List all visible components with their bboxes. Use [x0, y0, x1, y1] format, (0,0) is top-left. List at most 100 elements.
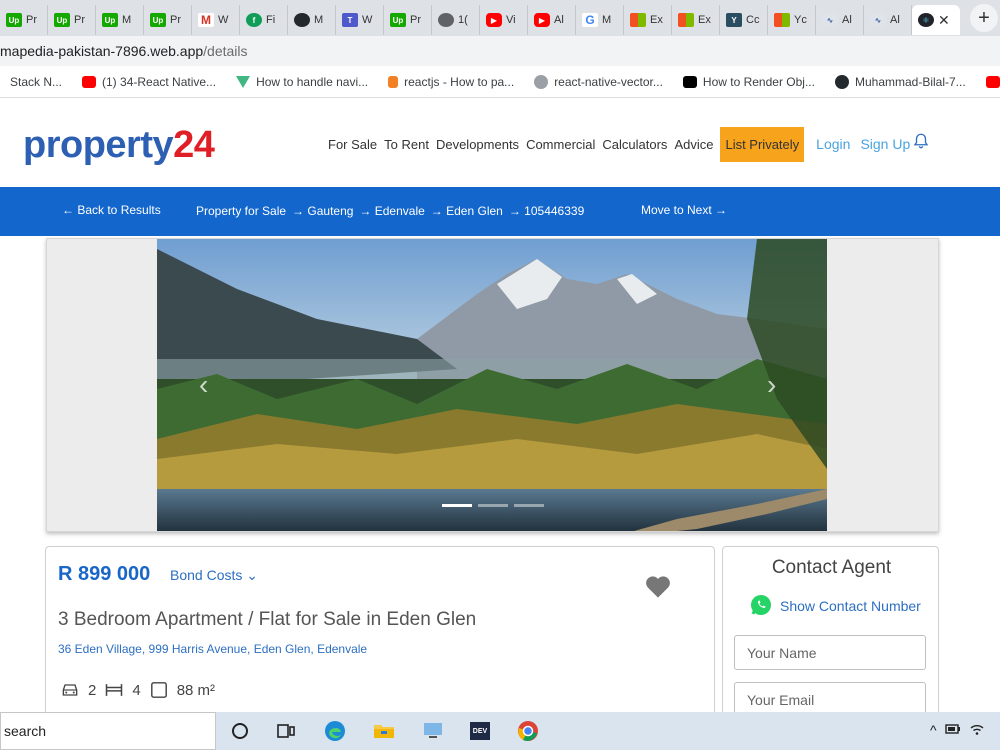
bookmark-item[interactable]: reactjs - How to pa...	[378, 75, 524, 89]
gallery-next-arrow[interactable]: ›	[767, 369, 776, 401]
microsoft-icon	[630, 13, 646, 27]
listing-photo	[157, 239, 827, 531]
browser-tab-label: Fi	[266, 14, 276, 26]
nav-developments[interactable]: Developments	[436, 137, 519, 152]
listing-address[interactable]: 36 Eden Village, 999 Harris Avenue, Eden…	[58, 642, 367, 656]
bookmark-item[interactable]: Stack N...	[0, 75, 72, 89]
browser-tab-label: Al	[890, 14, 900, 26]
browser-tab[interactable]: Up Pr	[0, 5, 48, 35]
youtube-icon	[82, 75, 97, 88]
gallery-prev-arrow[interactable]: ‹	[199, 369, 208, 401]
bookmark-label: reactjs - How to pa...	[404, 74, 515, 89]
browser-tab[interactable]: MW	[192, 5, 240, 35]
browser-tab-label: Pr	[170, 14, 181, 26]
browser-tab-active[interactable]: ⚛ ✕	[912, 5, 960, 35]
upwork-icon: Up	[390, 13, 406, 27]
nav-for-sale[interactable]: For Sale	[328, 137, 377, 152]
browser-tab[interactable]: M	[288, 5, 336, 35]
nav-advice[interactable]: Advice	[674, 137, 713, 152]
github-icon	[834, 74, 849, 89]
list-privately-button[interactable]: List Privately	[720, 126, 805, 162]
new-tab-button[interactable]: +	[970, 4, 998, 32]
url-host: mapedia-pakistan-7896.web.app	[0, 43, 204, 59]
move-to-next-link[interactable]: Move to Next →	[641, 203, 727, 217]
bookmark-item[interactable]: How to Render Obj...	[673, 75, 825, 89]
browser-tab[interactable]: TW	[336, 5, 384, 35]
contact-agent-title: Contact Agent	[771, 557, 892, 578]
browser-tab[interactable]: Up Pr	[144, 5, 192, 35]
gallery-indicator[interactable]	[514, 504, 544, 507]
remote-desktop-icon[interactable]	[421, 719, 445, 743]
address-bar[interactable]: mapedia-pakistan-7896.web.app/details	[0, 36, 1000, 66]
browser-tab[interactable]: ∿ Al	[864, 5, 912, 35]
browser-tab[interactable]: Ex	[624, 5, 672, 35]
dev-app-icon[interactable]: DEV	[468, 719, 492, 743]
back-to-results-link[interactable]: ← Back to Results	[62, 203, 161, 217]
bookmark-item[interactable]: (1) 34-React Native...	[72, 75, 226, 89]
bookmark-label: How to handle navi...	[256, 74, 369, 89]
task-view-icon[interactable]	[274, 719, 298, 743]
upwork-icon: Up	[6, 13, 22, 27]
browser-tab[interactable]: Up M	[96, 5, 144, 35]
bookmark-item[interactable]: Muhammad-Bilal-7...	[825, 74, 976, 89]
wifi-icon[interactable]	[969, 722, 985, 736]
breadcrumb-item[interactable]: Property for Sale	[196, 204, 286, 218]
browser-tab[interactable]: ∿ Al	[816, 5, 864, 35]
nav-commercial[interactable]: Commercial	[526, 137, 595, 152]
file-explorer-icon[interactable]	[372, 719, 396, 743]
nav-to-rent[interactable]: To Rent	[384, 137, 429, 152]
chrome-icon[interactable]	[516, 719, 540, 743]
main-nav: For Sale To Rent Developments Commercial…	[328, 126, 920, 162]
svg-text:DEV: DEV	[473, 728, 488, 735]
browser-tab[interactable]: ▶ Vi	[480, 5, 528, 35]
system-tray: ^	[930, 722, 985, 738]
gallery-indicator[interactable]	[442, 504, 472, 507]
browser-tab[interactable]: Up Pr	[48, 5, 96, 35]
youtube-icon	[985, 75, 1000, 88]
taskbar-search-box[interactable]: search	[0, 712, 216, 750]
gallery-indicators	[442, 504, 544, 507]
gallery-indicator[interactable]	[478, 504, 508, 507]
y-icon: Y	[726, 13, 742, 27]
tray-chevron-icon[interactable]: ^	[930, 722, 937, 738]
bond-costs-dropdown[interactable]: Bond Costs ⌄	[170, 567, 258, 584]
browser-tab[interactable]: GM	[576, 5, 624, 35]
whatsapp-icon[interactable]	[749, 593, 773, 617]
favourite-heart-icon[interactable]	[644, 573, 672, 599]
browser-tab-label: Vi	[506, 14, 516, 26]
edge-browser-icon[interactable]	[323, 719, 347, 743]
breadcrumb-item[interactable]: → Gauteng	[292, 204, 353, 218]
browser-tab[interactable]: 1(	[432, 5, 480, 35]
signup-link[interactable]: Sign Up	[860, 136, 910, 152]
listing-features: 2 4 88 m²	[60, 681, 215, 699]
browser-tab[interactable]: Up Pr	[384, 5, 432, 35]
browser-tab-label: Ex	[698, 14, 711, 26]
browser-tab[interactable]: f Fi	[240, 5, 288, 35]
breadcrumb-item[interactable]: → Eden Glen	[431, 204, 503, 218]
cortana-icon[interactable]	[228, 719, 252, 743]
bookmark-item[interactable]: Ho	[976, 75, 1000, 89]
bookmark-item[interactable]: react-native-vector...	[524, 74, 673, 89]
browser-tab[interactable]: Yc	[768, 5, 816, 35]
youtube-icon: ▶	[534, 13, 550, 27]
property24-logo[interactable]: property24	[23, 124, 215, 167]
browser-tab[interactable]: Ex	[672, 5, 720, 35]
browser-tab-label: Al	[842, 14, 852, 26]
breadcrumb-item[interactable]: → Edenvale	[359, 204, 424, 218]
notification-bell-icon[interactable]	[912, 132, 930, 150]
bookmark-item[interactable]: How to handle navi...	[226, 75, 378, 89]
url-path: /details	[203, 43, 248, 59]
your-name-input[interactable]	[734, 635, 926, 670]
bookmarks-bar: Stack N... (1) 34-React Native... How to h…	[0, 66, 1000, 98]
browser-tab[interactable]: ▶ Al	[528, 5, 576, 35]
login-link[interactable]: Login	[816, 136, 850, 152]
browser-tab[interactable]: Y Cc	[720, 5, 768, 35]
parking-count: 2	[88, 681, 97, 699]
close-tab-icon[interactable]: ✕	[938, 12, 950, 29]
battery-icon[interactable]	[944, 722, 961, 736]
show-contact-number-link[interactable]: Show Contact Number	[780, 598, 921, 614]
browser-tab-label: Ex	[650, 14, 663, 26]
nav-calculators[interactable]: Calculators	[602, 137, 667, 152]
browser-tab-label: M	[314, 14, 324, 26]
bed-icon	[106, 684, 123, 696]
